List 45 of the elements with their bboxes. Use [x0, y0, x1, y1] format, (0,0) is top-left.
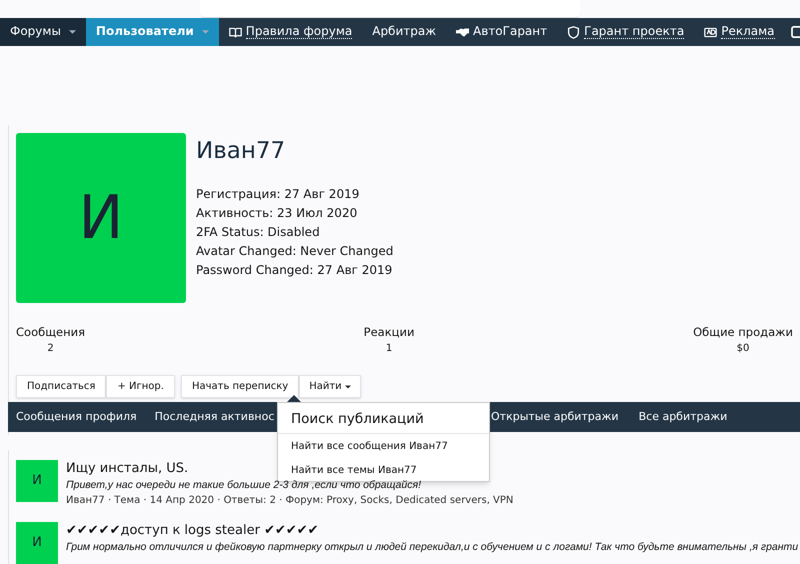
caret-icon	[68, 30, 76, 34]
post-avatar: И	[16, 460, 58, 502]
profile-detail: 2FA Status: Disabled	[196, 224, 321, 241]
dropdown-item[interactable]: Найти все сообщения Иван77	[278, 434, 489, 458]
post-snippet: Привет,у нас очереди не такие большие 2-3 для ,если что обращайся!	[66, 478, 422, 493]
stat-value: 1	[386, 342, 392, 356]
profile-detail: Регистрация: 27 Авг 2019	[196, 186, 360, 203]
nav-item[interactable]: АвтоГарант	[446, 18, 558, 46]
profile-detail: Avatar Changed: Never Changed	[196, 243, 394, 260]
post-avatar: И	[16, 522, 58, 564]
stat-label: Общие продажи	[693, 324, 793, 341]
stat-value: $0	[736, 342, 750, 356]
shield-icon	[567, 26, 580, 38]
post-title[interactable]: Ищу инсталы, US.	[66, 460, 188, 478]
profile-tab[interactable]: Открытые арбитражи	[490, 408, 620, 426]
username: Иван77	[196, 137, 286, 165]
pointer-icon	[287, 395, 301, 402]
find-button[interactable]: Найти	[299, 375, 361, 398]
caret-icon	[202, 30, 209, 34]
ad-icon	[704, 26, 718, 38]
post-title[interactable]: ✔✔✔✔✔доступ к logs stealer ✔✔✔✔✔	[66, 522, 319, 540]
profile-button[interactable]: Начать переписку	[180, 375, 300, 398]
dropdown-title: Поиск публикаций	[278, 403, 489, 434]
nav-item[interactable]: Пользователи	[86, 18, 219, 46]
profile-tab[interactable]: Сообщения профиля	[15, 408, 138, 426]
caret-icon	[344, 384, 351, 389]
nav-item[interactable]: Правила форума	[218, 18, 362, 46]
profile-button[interactable]: Подписаться	[16, 375, 106, 398]
nav-item[interactable]: Гарант проекта	[557, 18, 694, 46]
stat-label: Реакции	[364, 324, 414, 341]
post-snippet: Грим нормально отличился и фейковую партнерку открыл и людей перекидал,и с обучением и с логами! Так что будьте внимательны ,я гранти	[66, 540, 798, 555]
handshake-icon	[456, 26, 470, 38]
avatar: И	[16, 133, 186, 303]
profile-detail: Password Changed: 27 Авг 2019	[196, 262, 394, 279]
nav-item[interactable]: Реклама	[694, 18, 784, 46]
stat-value: 2	[47, 342, 54, 356]
post-meta: Иван77 · Тема · 14 Апр 2020 · Ответы: 2 · Форум: Proxy, Socks, Dedicated servers, VPN	[66, 494, 514, 508]
nav-item[interactable]: Форумы	[0, 18, 86, 46]
profile-button[interactable]: + Игнор.	[106, 375, 175, 398]
book-icon	[228, 26, 242, 38]
profile-tab[interactable]: Последняя активнос	[154, 408, 276, 426]
profile-detail: Активность: 23 Июл 2020	[196, 205, 358, 222]
nav-item[interactable]: Арбитраж	[362, 18, 446, 46]
profile-tab[interactable]: Все арбитражи	[638, 408, 728, 426]
stat-label: Сообщения	[16, 324, 86, 341]
